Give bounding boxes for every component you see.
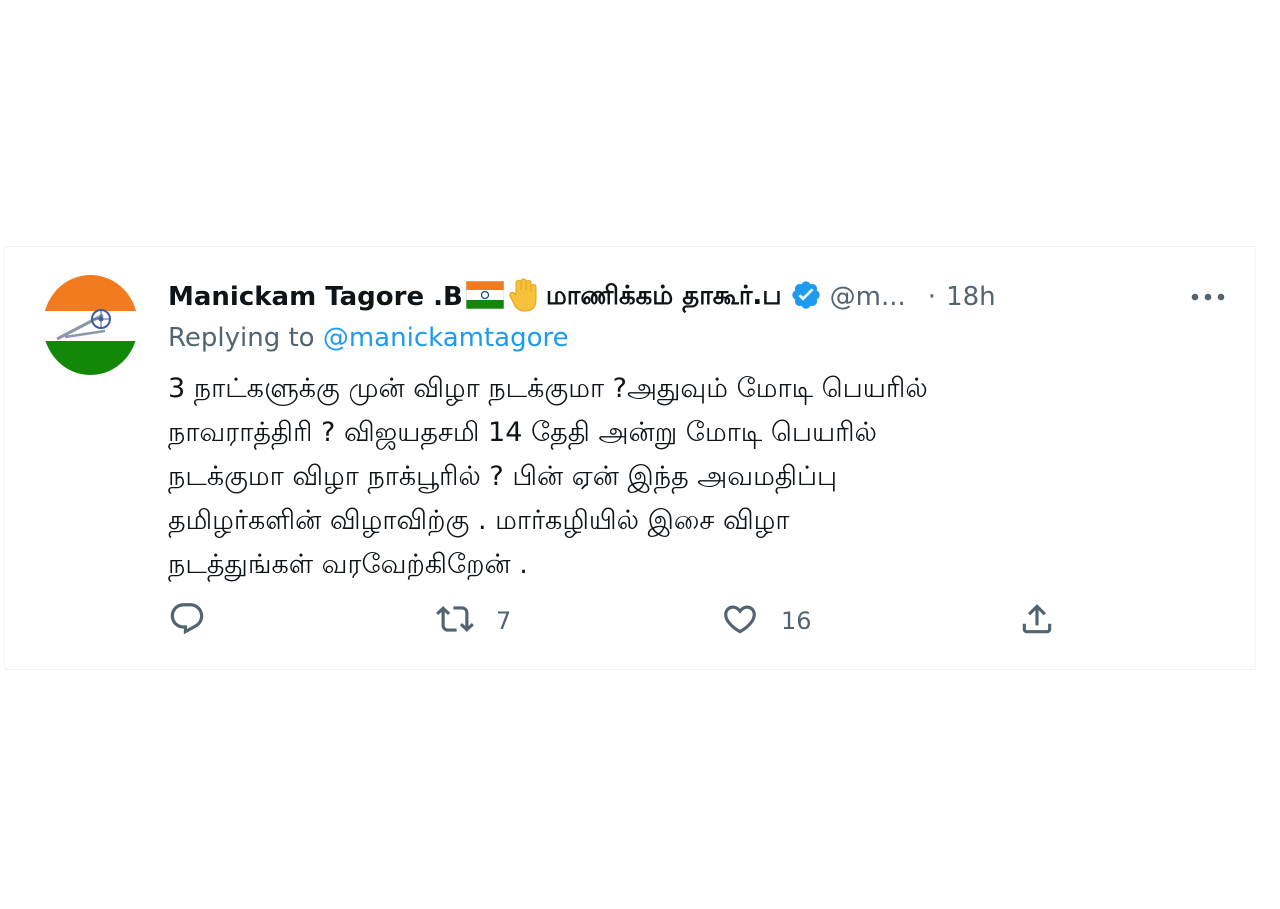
tweet-text-line: நடத்துங்கள் வரவேற்கிறேன் . [168,549,528,580]
share-icon [1018,600,1056,642]
replying-to-handle-link[interactable]: @manickamtagore [323,323,569,353]
heart-icon [721,600,759,642]
author-handle[interactable]: @m... [830,282,906,312]
like-button[interactable]: 16 [721,601,812,641]
retweet-icon [436,600,474,642]
like-count: 16 [781,607,812,635]
tweet-content: Manickam Tagore .B மாணிக்கம் தாகூர்.ப @m… [168,275,1228,635]
header-separator: · [927,282,937,312]
replying-to: Replying to @manickamtagore [168,323,1228,357]
more-options-icon[interactable] [1188,279,1228,315]
tweet-header: Manickam Tagore .B மாணிக்கம் தாகூர்.ப @m… [168,275,1228,319]
author-avatar[interactable] [43,275,138,375]
author-name[interactable]: Manickam Tagore .B [168,282,463,312]
replying-to-label: Replying to [168,323,323,353]
tweet-text-line: 3 நாட்களுக்கு முன் விழா நடக்குமா ?அதுவும… [168,373,928,404]
tweet-actions: 7 16 [168,601,1068,641]
share-button[interactable] [1018,601,1056,641]
tweet-text-line: நாவராத்திரி ? விஜயதசமி 14 தேதி அன்று மோட… [168,417,877,448]
tweet-card[interactable]: Manickam Tagore .B மாணிக்கம் தாகூர்.ப @m… [4,246,1256,670]
tweet-timestamp[interactable]: 18h [946,282,996,312]
india-flag-emoji-icon [465,280,505,313]
tweet-text: 3 நாட்களுக்கு முன் விழா நடக்குமா ?அதுவும… [168,367,1228,587]
author-name-tamil[interactable]: மாணிக்கம் தாகூர்.ப [546,281,782,314]
retweet-count: 7 [496,607,512,635]
indian-flag-avatar-icon [43,275,138,375]
raised-hand-emoji-icon [508,278,538,316]
retweet-button[interactable]: 7 [436,601,511,641]
reply-button[interactable] [168,601,228,641]
verified-badge-icon [790,279,822,315]
reply-icon [168,600,206,642]
tweet-text-line: தமிழர்களின் விழாவிற்கு . மார்கழியில் இசை… [168,505,790,536]
tweet-text-line: நடக்குமா விழா நாக்பூரில் ? பின் ஏன் இந்த… [168,461,838,492]
